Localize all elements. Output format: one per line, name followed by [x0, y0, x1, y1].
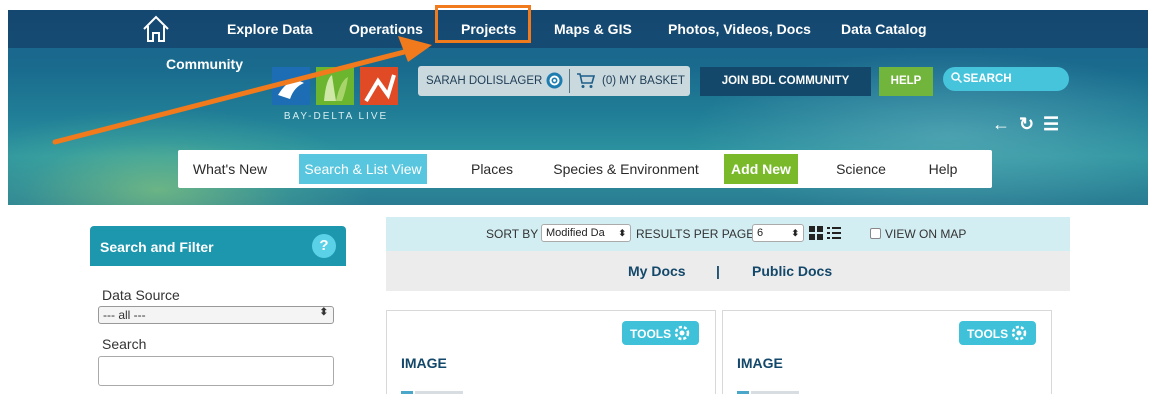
nav-photos-videos-docs[interactable]: Photos, Videos, Docs [668, 21, 811, 37]
subnav-help[interactable]: Help [918, 150, 968, 188]
gear-icon [674, 325, 690, 341]
image-thumbnail[interactable] [401, 387, 463, 394]
select-arrows-icon: ⬍ [319, 307, 328, 318]
sort-by-select[interactable]: Modified Da ⬍ [541, 224, 631, 242]
subnav-species-environment[interactable]: Species & Environment [546, 150, 706, 188]
header-search-input[interactable]: SEARCH [943, 67, 1069, 91]
data-source-label: Data Source [102, 287, 180, 303]
select-arrows-icon: ⬍ [791, 228, 799, 238]
header-tool-icons: ← ↻ ☰ [992, 114, 1062, 134]
nav-maps-gis[interactable]: Maps & GIS [554, 21, 632, 37]
sort-by-value: Modified Da [546, 227, 605, 239]
top-navigation: Explore Data Operations Projects Maps & … [8, 10, 1148, 48]
gear-icon[interactable] [546, 72, 563, 89]
cart-icon[interactable] [576, 72, 596, 89]
view-on-map-label[interactable]: VIEW ON MAP [885, 227, 966, 241]
tools-button[interactable]: TOOLS [959, 321, 1036, 345]
search-label: Search [102, 336, 147, 352]
help-button[interactable]: HELP [879, 67, 933, 96]
sort-bar: SORT BY Modified Da ⬍ RESULTS PER PAGE 6 ⬍… [386, 217, 1070, 251]
nav-community[interactable]: Community [166, 56, 243, 72]
grid-view-icon[interactable] [809, 226, 823, 240]
user-bar-divider [569, 69, 570, 93]
tab-my-docs[interactable]: My Docs [628, 263, 686, 279]
sort-by-label: SORT BY [486, 227, 539, 241]
tools-button[interactable]: TOOLS [622, 321, 699, 345]
nav-operations[interactable]: Operations [349, 21, 423, 37]
results-per-page-select[interactable]: 6 ⬍ [752, 224, 804, 242]
subnav-add-new[interactable]: Add New [724, 154, 798, 184]
search-input[interactable] [98, 356, 334, 386]
results-per-page-value: 6 [757, 227, 764, 239]
results-per-page-label: RESULTS PER PAGE [636, 227, 755, 241]
nav-explore-data[interactable]: Explore Data [227, 21, 313, 37]
username[interactable]: SARAH DOLISLAGER [426, 75, 542, 87]
doc-card[interactable]: TOOLS IMAGE [386, 310, 716, 394]
subnav-search-list-view[interactable]: Search & List View [299, 154, 427, 184]
image-thumbnail[interactable] [737, 387, 799, 394]
tools-label: TOOLS [630, 327, 672, 341]
help-question-icon[interactable]: ? [312, 234, 336, 258]
doc-card[interactable]: TOOLS IMAGE [722, 310, 1052, 394]
menu-list-icon[interactable]: ☰ [1043, 114, 1059, 135]
back-arrow-icon[interactable]: ← [992, 114, 1010, 135]
subnav-whats-new[interactable]: What's New [190, 150, 270, 188]
user-bar: SARAH DOLISLAGER (0) MY BASKET [418, 66, 690, 96]
sub-navigation: What's New Search & List View Places Spe… [178, 150, 992, 188]
subnav-science[interactable]: Science [826, 150, 896, 188]
home-icon[interactable] [141, 14, 171, 44]
header-search-placeholder: SEARCH [963, 73, 1012, 85]
select-arrows-icon: ⬍ [618, 228, 626, 238]
data-source-value: --- all --- [103, 308, 146, 322]
view-on-map-checkbox[interactable] [870, 228, 881, 239]
doc-type-label: IMAGE [401, 355, 447, 371]
docs-tabs: My Docs | Public Docs [386, 251, 1070, 291]
tab-public-docs[interactable]: Public Docs [752, 263, 832, 279]
search-filter-header: Search and Filter ? [90, 226, 346, 266]
subnav-places[interactable]: Places [460, 150, 524, 188]
search-icon [951, 72, 962, 83]
my-basket-link[interactable]: (0) MY BASKET [602, 75, 685, 87]
data-source-select[interactable]: --- all --- ⬍ [98, 306, 334, 324]
site-header: Explore Data Operations Projects Maps & … [8, 10, 1148, 205]
logo-text: BAY-DELTA LIVE [283, 111, 389, 122]
search-filter-title: Search and Filter [100, 239, 214, 255]
list-view-icon[interactable] [827, 226, 841, 240]
gear-icon [1011, 325, 1027, 341]
projects-highlight-box [435, 5, 531, 43]
tabs-divider: | [716, 263, 720, 279]
nav-data-catalog[interactable]: Data Catalog [841, 21, 927, 37]
join-community-button[interactable]: JOIN BDL COMMUNITY [700, 67, 871, 96]
doc-type-label: IMAGE [737, 355, 783, 371]
tools-label: TOOLS [967, 327, 1009, 341]
refresh-icon[interactable]: ↻ [1019, 114, 1034, 135]
